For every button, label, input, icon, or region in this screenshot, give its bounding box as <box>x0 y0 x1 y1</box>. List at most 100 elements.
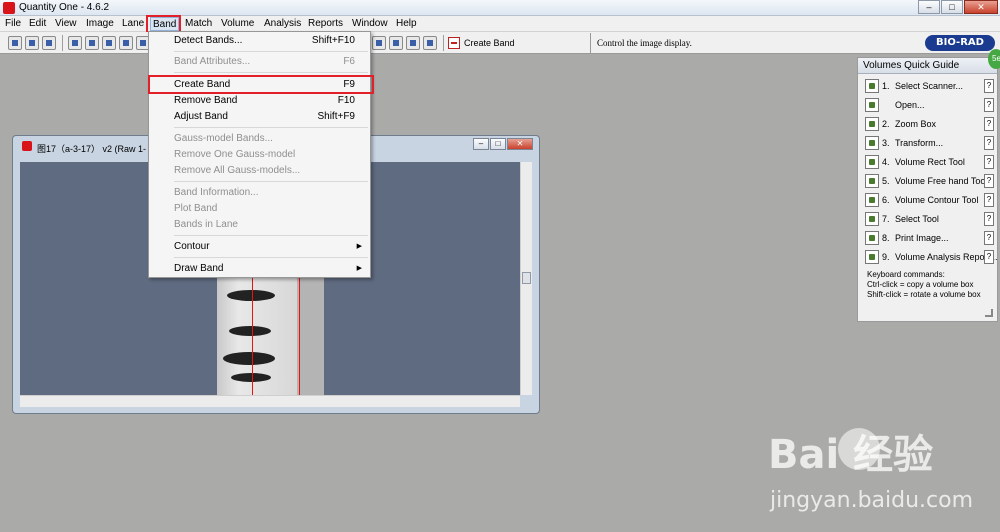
quick-guide-item-select-scanner[interactable]: 1. Select Scanner... ? <box>863 78 996 95</box>
quick-guide-title: Volumes Quick Guide <box>858 58 997 74</box>
menu-reports[interactable]: Reports <box>306 17 345 31</box>
volume-tool-icon[interactable] <box>423 36 437 50</box>
gel-band <box>223 352 275 365</box>
gel-lane-stripe <box>297 278 324 395</box>
image-vertical-scrollbar[interactable] <box>520 162 532 395</box>
quick-guide-item-zoom-box[interactable]: 2. Zoom Box ? <box>863 116 996 133</box>
open-folder-icon <box>865 98 879 112</box>
minimize-button[interactable]: – <box>918 0 940 14</box>
menu-edit[interactable]: Edit <box>27 17 48 31</box>
lane-marker-line[interactable] <box>252 278 253 395</box>
band-menu-dropdown: Detect Bands... Shift+F10 Band Attribute… <box>148 31 371 278</box>
quick-guide-item-transform[interactable]: 3. Transform... ? <box>863 135 996 152</box>
menu-item-band-attributes: Band Attributes... F6 <box>174 56 355 67</box>
quick-guide-item-select-tool[interactable]: 7. Select Tool ? <box>863 211 996 228</box>
menu-lane[interactable]: Lane <box>120 17 146 31</box>
status-hint: Control the image display. <box>597 38 692 48</box>
lane-marker-line[interactable] <box>299 278 300 395</box>
submenu-arrow-icon: ▶ <box>356 243 362 250</box>
help-button[interactable]: ? <box>984 155 994 169</box>
quick-guide-item-volume-rect[interactable]: 4. Volume Rect Tool ? <box>863 154 996 171</box>
gel-band <box>227 290 275 301</box>
menu-item-contour[interactable]: Contour ▶ <box>149 239 370 255</box>
menu-window[interactable]: Window <box>350 17 390 31</box>
menu-item-remove-one-gauss: Remove One Gauss-model <box>174 149 296 160</box>
menu-item-remove-band[interactable]: Remove Band F10 <box>149 93 370 109</box>
menu-analysis[interactable]: Analysis <box>262 17 303 31</box>
pan-hand-icon[interactable] <box>102 36 116 50</box>
quick-guide-item-volume-report[interactable]: 9. Volume Analysis Report... ? <box>863 249 998 266</box>
band-tool-icon[interactable] <box>372 36 386 50</box>
image-close-button[interactable]: ✕ <box>507 138 533 150</box>
menu-band[interactable]: Band <box>150 17 180 31</box>
transform-icon <box>865 136 879 150</box>
match-tool-icon[interactable] <box>406 36 420 50</box>
maximize-button[interactable]: □ <box>941 0 963 14</box>
zoom-box-icon <box>865 117 879 131</box>
printer-icon <box>865 231 879 245</box>
scroll-thumb[interactable] <box>522 272 531 284</box>
menu-volume[interactable]: Volume <box>219 17 256 31</box>
menu-help[interactable]: Help <box>394 17 419 31</box>
cursor-icon <box>865 212 879 226</box>
zoom-in-icon[interactable] <box>119 36 133 50</box>
create-band-icon <box>448 37 460 49</box>
help-button[interactable]: ? <box>984 174 994 188</box>
help-button[interactable]: ? <box>984 98 994 112</box>
menu-separator <box>174 235 368 236</box>
resize-grip-icon[interactable] <box>985 309 993 317</box>
close-button[interactable]: ✕ <box>964 0 998 14</box>
volume-rect-icon <box>865 155 879 169</box>
menu-file[interactable]: File <box>3 17 23 31</box>
help-button[interactable]: ? <box>984 193 994 207</box>
menu-item-plot-band: Plot Band <box>174 203 218 214</box>
menu-separator <box>174 181 368 182</box>
menu-bar: File Edit View Image Lane Band Match Vol… <box>0 16 1000 32</box>
menu-item-draw-band[interactable]: Draw Band ▶ <box>149 261 370 277</box>
image-horizontal-scrollbar[interactable] <box>20 395 520 407</box>
menu-view[interactable]: View <box>53 17 79 31</box>
contour-icon <box>865 193 879 207</box>
quick-guide-item-open[interactable]: Open... ? <box>863 97 996 114</box>
image-window-controls: – □ ✕ <box>472 138 533 150</box>
help-button[interactable]: ? <box>984 79 994 93</box>
image-minimize-button[interactable]: – <box>473 138 489 150</box>
gel-band <box>229 326 271 336</box>
quick-guide-item-volume-freehand[interactable]: 5. Volume Free hand Tool ? <box>863 173 996 190</box>
help-button[interactable]: ? <box>984 212 994 226</box>
quick-guide-item-print-image[interactable]: 8. Print Image... ? <box>863 230 996 247</box>
volumes-quick-guide-panel: Volumes Quick Guide 1. Select Scanner...… <box>857 57 998 322</box>
help-button[interactable]: ? <box>984 136 994 150</box>
menu-item-band-information: Band Information... <box>174 187 259 198</box>
window-controls: – □ ✕ <box>917 0 998 14</box>
report-icon <box>865 250 879 264</box>
quick-guide-item-volume-contour[interactable]: 6. Volume Contour Tool ? <box>863 192 996 209</box>
app-logo-icon <box>3 2 15 14</box>
menu-item-adjust-band[interactable]: Adjust Band Shift+F9 <box>149 109 370 125</box>
menu-separator <box>174 257 368 258</box>
menu-item-bands-in-lane: Bands in Lane <box>174 219 238 230</box>
select-icon[interactable] <box>85 36 99 50</box>
help-button[interactable]: ? <box>984 117 994 131</box>
menu-match[interactable]: Match <box>183 17 214 31</box>
scanner-icon[interactable] <box>25 36 39 50</box>
scanner-icon <box>865 79 879 93</box>
image-maximize-button[interactable]: □ <box>490 138 506 150</box>
toolbar-separator <box>443 35 444 51</box>
help-button[interactable]: ? <box>984 231 994 245</box>
keyboard-commands-note: Keyboard commands: Ctrl-click = copy a v… <box>867 270 981 299</box>
create-band-tool-button[interactable]: Create Band <box>448 33 515 53</box>
menu-item-create-band[interactable]: Create Band F9 <box>149 77 370 93</box>
lane-tool-icon[interactable] <box>389 36 403 50</box>
open-icon[interactable] <box>8 36 22 50</box>
copy-icon[interactable] <box>68 36 82 50</box>
menu-item-detect-bands[interactable]: Detect Bands... Shift+F10 <box>149 33 370 49</box>
menu-item-gauss-model-bands: Gauss-model Bands... <box>174 133 273 144</box>
menu-separator <box>174 127 368 128</box>
menu-separator <box>174 72 368 73</box>
menu-image[interactable]: Image <box>84 17 116 31</box>
help-button[interactable]: ? <box>984 250 994 264</box>
menu-separator <box>174 51 368 52</box>
submenu-arrow-icon: ▶ <box>356 265 362 272</box>
print-icon[interactable] <box>42 36 56 50</box>
